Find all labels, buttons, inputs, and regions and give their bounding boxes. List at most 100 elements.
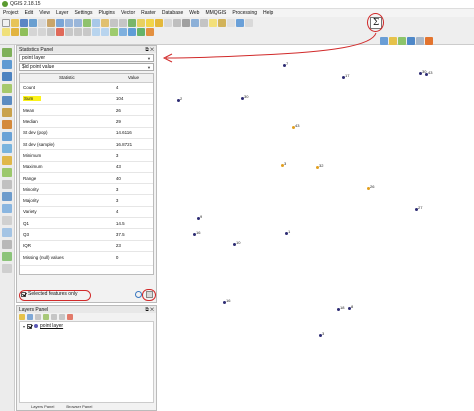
zoom-full-icon[interactable] bbox=[83, 18, 91, 27]
zoom-next-icon[interactable] bbox=[119, 18, 127, 27]
table-row[interactable]: St dev (sample) 16.8721 bbox=[20, 138, 153, 151]
table-row[interactable]: Sum 104 bbox=[20, 93, 153, 106]
node-tool-icon[interactable] bbox=[47, 27, 55, 36]
map-tips-icon[interactable] bbox=[200, 18, 208, 27]
wfs-icon[interactable] bbox=[425, 36, 433, 45]
field-calculator-icon[interactable] bbox=[182, 18, 190, 27]
cut-features-icon[interactable] bbox=[65, 27, 73, 36]
postgis-icon[interactable] bbox=[407, 36, 415, 45]
zoom-in-icon[interactable] bbox=[65, 18, 73, 27]
add-arcgis-icon[interactable] bbox=[2, 240, 12, 249]
menu-mmqgis[interactable]: MMQGIS bbox=[205, 10, 226, 16]
zoom-selection-icon[interactable] bbox=[101, 18, 109, 27]
save-project-icon[interactable] bbox=[20, 18, 28, 27]
table-row[interactable]: Median 29 bbox=[20, 115, 153, 128]
layer-item-point-layer[interactable]: ▾ point layer bbox=[23, 323, 150, 329]
menu-edit[interactable]: Edit bbox=[25, 10, 34, 16]
copy-features-icon[interactable] bbox=[74, 27, 82, 36]
add-wms-icon[interactable] bbox=[2, 132, 12, 141]
table-row[interactable]: Q3 37.5 bbox=[20, 228, 153, 241]
save-edits-icon[interactable] bbox=[20, 27, 28, 36]
add-db2-icon[interactable] bbox=[2, 108, 12, 117]
add-wcs-icon[interactable] bbox=[2, 144, 12, 153]
layer-select[interactable]: point layer ▼ bbox=[19, 54, 154, 62]
wms-icon[interactable] bbox=[380, 36, 388, 45]
table-row[interactable]: Minority 3 bbox=[20, 183, 153, 196]
chevron-down-icon[interactable]: ▾ bbox=[23, 324, 25, 329]
virtual-layer-icon[interactable] bbox=[416, 36, 424, 45]
table-row[interactable]: IQR 23 bbox=[20, 240, 153, 252]
layers-tree[interactable]: ▾ point layer bbox=[19, 321, 154, 403]
paste-features-icon[interactable] bbox=[83, 27, 91, 36]
menu-database[interactable]: Database bbox=[162, 10, 183, 16]
deselect-icon[interactable] bbox=[164, 18, 172, 27]
zoom-out-icon[interactable] bbox=[74, 18, 82, 27]
expand-all-icon[interactable] bbox=[51, 314, 57, 320]
zoom-last-icon[interactable] bbox=[110, 18, 118, 27]
add-delimited-text-icon[interactable] bbox=[2, 168, 12, 177]
new-bookmark-icon[interactable] bbox=[209, 18, 217, 27]
refresh-icon[interactable] bbox=[128, 18, 136, 27]
spatialite-icon[interactable] bbox=[398, 36, 406, 45]
table-row[interactable]: Maximum 43 bbox=[20, 161, 153, 173]
menu-layer[interactable]: Layer bbox=[56, 10, 69, 16]
menu-project[interactable]: Project bbox=[3, 10, 19, 16]
raster-icon[interactable] bbox=[389, 36, 397, 45]
panel-close-icon[interactable]: ⧉ ✕ bbox=[145, 47, 154, 53]
plugin-a-icon[interactable] bbox=[119, 27, 127, 36]
remove-layer-icon[interactable] bbox=[67, 314, 73, 320]
add-feature-icon[interactable] bbox=[29, 27, 37, 36]
field-select[interactable]: $id point value ▼ bbox=[19, 63, 154, 71]
new-spatialite-icon[interactable] bbox=[2, 192, 12, 201]
add-spatialite-icon[interactable] bbox=[2, 84, 12, 93]
map-canvas[interactable]: 7 17 30 43 2 30 43 3 32 26 27 9 16 10 1 16 8 18 3 bbox=[158, 45, 474, 411]
toggle-editing-icon[interactable] bbox=[11, 27, 19, 36]
add-xyz-icon[interactable] bbox=[2, 252, 12, 261]
menu-view[interactable]: View bbox=[39, 10, 50, 16]
new-shapefile-icon[interactable] bbox=[2, 180, 12, 189]
layer-visibility-checkbox[interactable] bbox=[27, 323, 33, 329]
menu-plugins[interactable]: Plugins bbox=[99, 10, 115, 16]
select-by-value-icon[interactable] bbox=[155, 18, 163, 27]
collapse-all-icon[interactable] bbox=[59, 314, 65, 320]
pan-icon[interactable] bbox=[47, 18, 55, 27]
text-annotation-icon[interactable] bbox=[227, 18, 235, 27]
plugin-d-icon[interactable] bbox=[146, 27, 154, 36]
pan-to-selection-icon[interactable] bbox=[56, 18, 64, 27]
new-project-icon[interactable] bbox=[2, 18, 10, 27]
new-temporary-layer-icon[interactable] bbox=[2, 216, 12, 225]
menu-processing[interactable]: Processing bbox=[232, 10, 257, 16]
move-feature-icon[interactable] bbox=[38, 27, 46, 36]
label-icon[interactable] bbox=[236, 18, 244, 27]
measure-icon[interactable] bbox=[191, 18, 199, 27]
more-layers-icon[interactable] bbox=[2, 264, 12, 273]
print-composer-icon[interactable] bbox=[38, 18, 46, 27]
layout-icon[interactable] bbox=[245, 18, 253, 27]
table-row[interactable]: Q1 14.5 bbox=[20, 217, 153, 230]
identify-icon[interactable] bbox=[137, 18, 145, 27]
new-geopackage-icon[interactable] bbox=[2, 204, 12, 213]
plugin-b-icon[interactable] bbox=[128, 27, 136, 36]
style-icon[interactable] bbox=[19, 314, 25, 320]
add-group-icon[interactable] bbox=[27, 314, 33, 320]
table-row[interactable]: St dev (pop) 14.6116 bbox=[20, 127, 153, 139]
menu-help[interactable]: Help bbox=[263, 10, 273, 16]
manage-map-themes-icon[interactable] bbox=[35, 314, 41, 320]
table-row[interactable]: Range 40 bbox=[20, 172, 153, 185]
undo-icon[interactable] bbox=[92, 27, 100, 36]
menu-web[interactable]: Web bbox=[189, 10, 199, 16]
tab-layers-panel[interactable]: Layers Panel bbox=[31, 404, 54, 410]
add-mssql-icon[interactable] bbox=[2, 96, 12, 105]
show-bookmarks-icon[interactable] bbox=[218, 18, 226, 27]
add-oracle-icon[interactable] bbox=[2, 120, 12, 129]
delete-selected-icon[interactable] bbox=[56, 27, 64, 36]
add-postgis-icon[interactable] bbox=[2, 72, 12, 81]
edits-icon[interactable] bbox=[2, 27, 10, 36]
tab-browser-panel[interactable]: Browser Panel bbox=[66, 404, 92, 410]
menu-vector[interactable]: Vector bbox=[121, 10, 135, 16]
table-row[interactable]: Missing (null) values 0 bbox=[20, 251, 153, 266]
menu-raster[interactable]: Raster bbox=[141, 10, 156, 16]
statistics-table[interactable]: Statistic Value Count 4 Sum 104 Mean 26 Med… bbox=[19, 73, 154, 275]
panel-close-icon[interactable]: ⧉ ✕ bbox=[145, 307, 154, 313]
table-row[interactable]: Mean 26 bbox=[20, 104, 153, 117]
